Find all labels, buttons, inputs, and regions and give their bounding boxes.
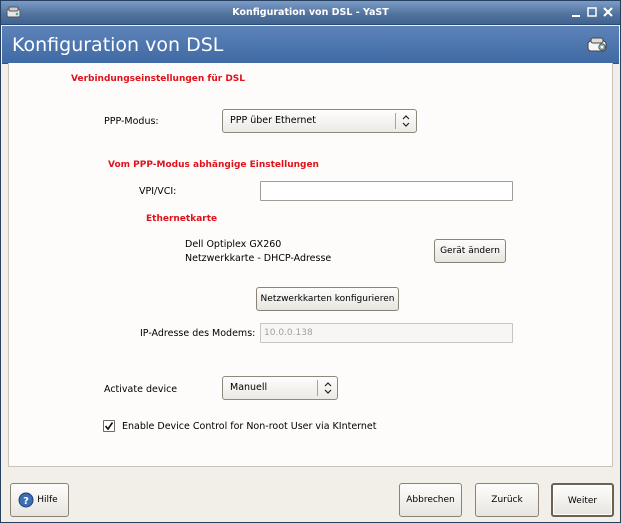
configure-network-cards-button[interactable]: Netzwerkkarten konfigurieren	[256, 287, 399, 311]
activate-device-value: Manuell	[230, 382, 268, 393]
window-title: Konfiguration von DSL - YaST	[232, 7, 389, 18]
checkmark-icon	[104, 422, 114, 431]
ppp-mode-label: PPP-Modus:	[104, 116, 159, 127]
network-device-icon	[586, 36, 608, 53]
page-title: Konfiguration von DSL	[12, 34, 224, 56]
ppp-mode-value: PPP über Ethernet	[230, 115, 316, 126]
ethernet-device-detail: Netzwerkkarte - DHCP-Adresse	[185, 253, 332, 264]
kinternet-checkbox[interactable]	[103, 420, 115, 432]
modem-ip-label: IP-Adresse des Modems:	[140, 328, 256, 339]
select-arrows-icon	[401, 114, 411, 128]
header-banner: Konfiguration von DSL	[2, 26, 619, 64]
section-ppp-dependent: Vom PPP-Modus abhängige Einstellungen	[108, 160, 319, 170]
activate-device-select[interactable]: Manuell	[222, 376, 338, 400]
minimize-icon[interactable]	[569, 6, 583, 19]
maximize-icon[interactable]	[585, 6, 599, 19]
change-device-button[interactable]: Gerät ändern	[434, 239, 506, 263]
ppp-mode-select[interactable]: PPP über Ethernet	[222, 109, 417, 133]
back-button[interactable]: Zurück	[475, 483, 539, 517]
vpi-vci-input[interactable]	[260, 181, 513, 201]
modem-ip-input[interactable]: 10.0.0.138	[260, 323, 513, 343]
cancel-button[interactable]: Abbrechen	[399, 483, 462, 517]
section-connection-settings: Verbindungseinstellungen für DSL	[71, 74, 246, 84]
help-label: Hilfe	[37, 495, 58, 505]
svg-text:?: ?	[23, 496, 29, 507]
section-ethernet-card: Ethernetkarte	[146, 214, 218, 224]
next-button[interactable]: Weiter	[551, 483, 614, 517]
help-button[interactable]: ? Hilfe	[10, 483, 69, 517]
ethernet-device-name: Dell Optiplex GX260	[185, 239, 282, 250]
select-arrows-icon	[323, 381, 333, 395]
ppp-mode-label-text: PPP-Modus:	[104, 116, 159, 127]
help-icon: ?	[18, 492, 34, 511]
kinternet-label[interactable]: Enable Device Control for Non-root User …	[122, 421, 377, 432]
close-icon[interactable]	[601, 6, 615, 19]
dialog-content: Verbindungseinstellungen für DSL PPP-Mod…	[8, 63, 613, 467]
activate-device-label: Activate device	[104, 384, 178, 395]
vpi-vci-label: VPI/VCI:	[139, 186, 177, 197]
titlebar[interactable]: Konfiguration von DSL - YaST	[1, 1, 620, 25]
yast-dsl-window: Konfiguration von DSL - YaST Konfigurati…	[0, 0, 621, 523]
